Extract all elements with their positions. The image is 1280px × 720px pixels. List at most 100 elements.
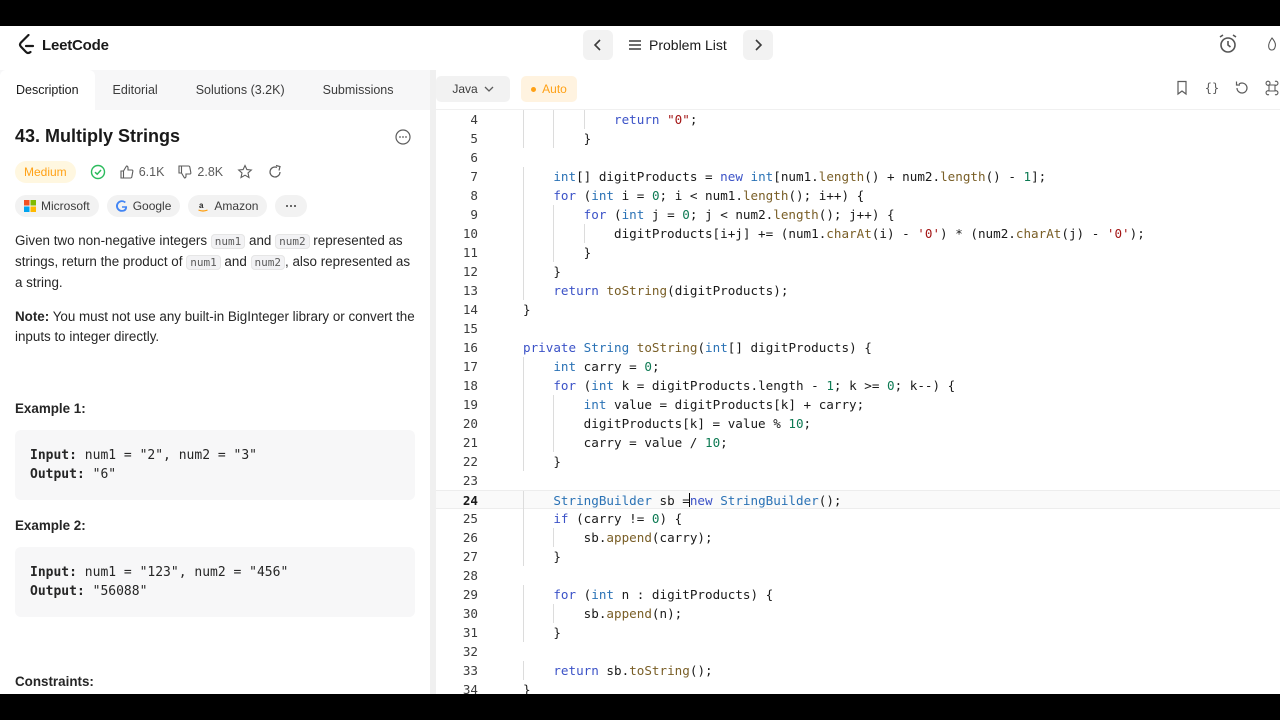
- example-1-block: Input: num1 = "2", num2 = "3" Output: "6…: [15, 430, 415, 500]
- command-icon[interactable]: [1264, 80, 1280, 96]
- code-line[interactable]: 6: [436, 148, 1280, 167]
- code-line[interactable]: 20 digitProducts[k] = value % 10;: [436, 414, 1280, 433]
- code-line[interactable]: 16 private String toString(int[] digitPro…: [436, 338, 1280, 357]
- code-line[interactable]: 22 }: [436, 452, 1280, 471]
- code-line[interactable]: 7 int[] digitProducts = new int[num1.len…: [436, 167, 1280, 186]
- example-2-block: Input: num1 = "123", num2 = "456" Output…: [15, 547, 415, 617]
- input-label: Input:: [30, 565, 77, 580]
- line-number: 27: [462, 549, 478, 564]
- alarm-clock-icon[interactable]: [1216, 32, 1240, 56]
- code-line[interactable]: 9 for (int j = 0; j < num2.length(); j++…: [436, 205, 1280, 224]
- thumbs-down-icon: [178, 165, 192, 179]
- code-text: sb.append(n);: [523, 606, 683, 621]
- dislike-button[interactable]: 2.8K: [178, 165, 223, 179]
- code-text: digitProducts[i+j] += (num1.charAt(i) - …: [523, 226, 1145, 241]
- example-2-title: Example 2:: [15, 518, 86, 533]
- example-2-output: Output: "56088": [30, 582, 400, 601]
- code-line[interactable]: 25 if (carry != 0) {: [436, 509, 1280, 528]
- company-name: Microsoft: [41, 199, 90, 213]
- flame-icon[interactable]: [1264, 32, 1280, 56]
- output-value: "6": [84, 467, 117, 482]
- prev-problem-button[interactable]: [583, 30, 613, 60]
- code-line[interactable]: 17 int carry = 0;: [436, 357, 1280, 376]
- code-line[interactable]: 26 sb.append(carry);: [436, 528, 1280, 547]
- code-line[interactable]: 12 }: [436, 262, 1280, 281]
- code-text: }: [523, 549, 561, 564]
- code-text: sb.append(carry);: [523, 530, 713, 545]
- logo[interactable]: LeetCode: [18, 34, 109, 56]
- code-line[interactable]: 29 for (int n : digitProducts) {: [436, 585, 1280, 604]
- desc-text: and: [220, 254, 251, 269]
- code-text: }: [523, 454, 561, 469]
- code-text: int carry = 0;: [553, 359, 660, 374]
- more-companies-button[interactable]: [275, 195, 308, 217]
- star-icon[interactable]: [237, 164, 253, 180]
- example-1-input: Input: num1 = "2", num2 = "3": [30, 446, 400, 465]
- code-line[interactable]: 19 int value = digitProducts[k] + carry;: [436, 395, 1280, 414]
- inline-code-num1: num1: [186, 255, 221, 270]
- share-icon[interactable]: [267, 164, 283, 180]
- code-line[interactable]: 28: [436, 566, 1280, 585]
- note-label: Note:: [15, 309, 50, 324]
- code-area[interactable]: 4 return "0"; 5 } 6 7 int[] digitProducts =…: [436, 110, 1280, 694]
- leetcode-logo-icon: [18, 34, 35, 55]
- code-line[interactable]: 31 }: [436, 623, 1280, 642]
- title-row: 43. Multiply Strings: [15, 126, 415, 147]
- inline-code-num2: num2: [250, 255, 285, 270]
- company-tag-google[interactable]: Google: [106, 195, 181, 217]
- format-braces-icon[interactable]: {}: [1204, 80, 1220, 96]
- tab-editorial[interactable]: Editorial: [95, 70, 176, 110]
- line-number: 6: [470, 150, 478, 165]
- input-value: num1 = "123", num2 = "456": [76, 565, 289, 580]
- reset-icon[interactable]: [1234, 80, 1250, 96]
- list-icon: [629, 40, 641, 50]
- code-line[interactable]: 11 }: [436, 243, 1280, 262]
- nav-right-tools: [1216, 32, 1280, 56]
- code-line[interactable]: 8 for (int i = 0; i < num1.length(); i++…: [436, 186, 1280, 205]
- code-line[interactable]: 10 digitProducts[i+j] += (num1.charAt(i)…: [436, 224, 1280, 243]
- code-text: }: [523, 245, 592, 260]
- code-line[interactable]: 15: [436, 319, 1280, 338]
- tab-submissions[interactable]: Submissions: [303, 70, 410, 110]
- line-number: 28: [462, 568, 478, 583]
- problem-title: 43. Multiply Strings: [15, 126, 181, 146]
- tab-solutions[interactable]: Solutions (3.2K): [176, 70, 303, 110]
- language-select[interactable]: Java: [436, 76, 510, 102]
- problem-note: Note: You must not use any built-in BigI…: [15, 307, 415, 347]
- next-problem-button[interactable]: [742, 30, 773, 60]
- line-number: 16: [462, 340, 478, 355]
- tab-description[interactable]: Description: [0, 70, 95, 110]
- code-line[interactable]: 33 return sb.toString();: [436, 661, 1280, 680]
- company-tag-microsoft[interactable]: Microsoft: [15, 195, 99, 217]
- code-line[interactable]: 18 for (int k = digitProducts.length - 1…: [436, 376, 1280, 395]
- app-frame: LeetCode Problem List Description Editor…: [0, 26, 1280, 694]
- code-line[interactable]: 23: [436, 471, 1280, 490]
- bookmark-icon[interactable]: [1174, 80, 1190, 96]
- line-number: 25: [462, 511, 478, 526]
- code-line[interactable]: 14}: [436, 300, 1280, 319]
- code-line[interactable]: 34}: [436, 680, 1280, 694]
- code-line[interactable]: 30 sb.append(n);: [436, 604, 1280, 623]
- company-tag-amazon[interactable]: a Amazon: [188, 195, 268, 217]
- like-button[interactable]: 6.1K: [120, 165, 164, 179]
- line-number: 17: [462, 359, 478, 374]
- desc-text: Given two non-negative integers: [15, 233, 211, 248]
- line-number: 9: [470, 207, 478, 222]
- code-text: for (int j = 0; j < num2.length(); j++) …: [583, 207, 895, 222]
- auto-mode-button[interactable]: Auto: [521, 76, 577, 102]
- dislike-count: 2.8K: [197, 165, 224, 179]
- code-line[interactable]: 27 }: [436, 547, 1280, 566]
- problem-list-button[interactable]: Problem List: [627, 37, 729, 53]
- code-line[interactable]: 24 StringBuilder sb =new StringBuilder()…: [436, 490, 1280, 510]
- code-line[interactable]: 5 }: [436, 129, 1280, 148]
- code-text: return "0";: [614, 112, 698, 127]
- code-line[interactable]: 4 return "0";: [436, 110, 1280, 129]
- code-line[interactable]: 13 return toString(digitProducts);: [436, 281, 1280, 300]
- line-number: 8: [470, 188, 478, 203]
- code-text: for (int n : digitProducts) {: [553, 587, 774, 602]
- more-options-icon[interactable]: [395, 128, 411, 145]
- code-text: }: [523, 682, 531, 694]
- code-line[interactable]: 32: [436, 642, 1280, 661]
- description-body: 43. Multiply Strings Medium 6.1K 2.8K Mi…: [0, 126, 430, 617]
- code-line[interactable]: 21 carry = value / 10;: [436, 433, 1280, 452]
